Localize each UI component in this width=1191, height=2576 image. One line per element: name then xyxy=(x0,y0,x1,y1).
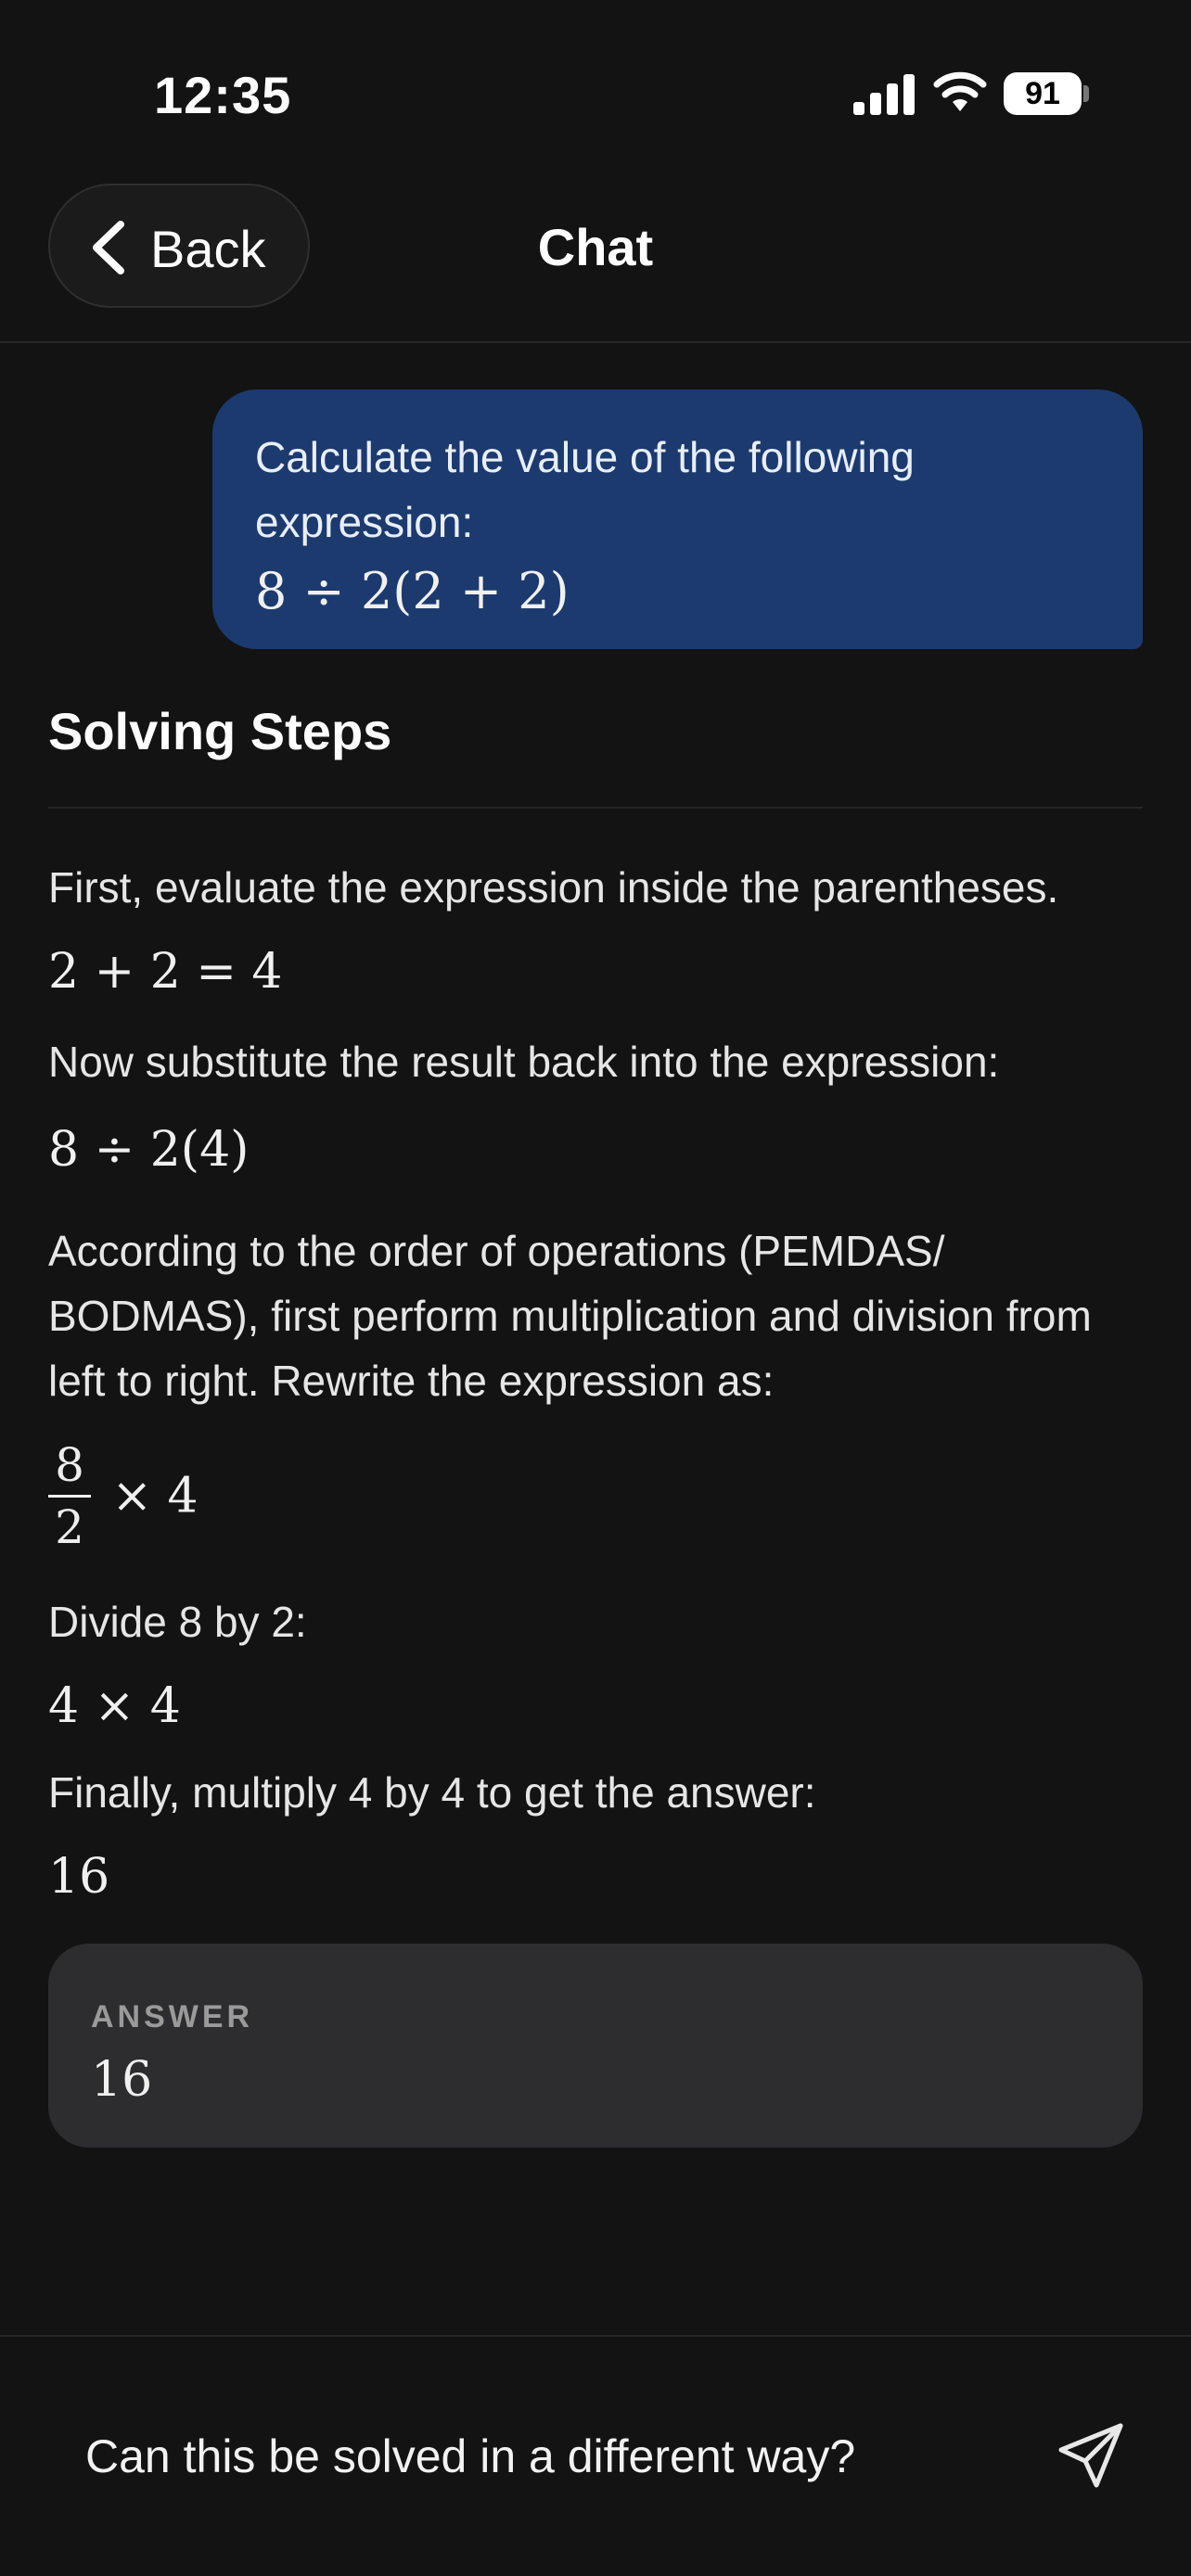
solution-title: Solving Steps xyxy=(48,702,392,760)
status-time: 12:35 xyxy=(154,66,292,124)
battery-cap xyxy=(1083,85,1089,102)
solution-math: 2 + 2 = 4 xyxy=(48,944,283,1000)
solution-math: 16 xyxy=(48,1849,110,1905)
solution-divider xyxy=(48,807,1143,809)
fraction-multiplier: × 4 xyxy=(111,1468,198,1524)
wifi-icon xyxy=(933,71,987,111)
user-message-math: 8 ÷ 2(2 + 2) xyxy=(255,562,570,620)
solution-step: Now substitute the result back into the … xyxy=(48,1038,1000,1086)
solution-step: Divide 8 by 2: xyxy=(48,1598,307,1646)
user-message-bubble: Calculate the value of the following exp… xyxy=(212,389,1143,649)
fraction-denominator: 2 xyxy=(55,1500,84,1554)
header-divider xyxy=(0,341,1191,343)
fraction: 8 2 xyxy=(48,1439,91,1553)
fraction-numerator: 8 xyxy=(55,1438,84,1492)
fraction-expression: 8 2 × 4 xyxy=(48,1439,198,1553)
send-icon[interactable] xyxy=(1054,2418,1128,2493)
status-bar: 12:35 91 xyxy=(0,0,1191,185)
solution-math: 4 × 4 xyxy=(48,1678,181,1734)
page-title: Chat xyxy=(537,218,654,276)
solution-step: Finally, multiply 4 by 4 to get the answ… xyxy=(48,1768,816,1817)
solution-step: First, evaluate the expression inside th… xyxy=(48,863,1059,912)
input-divider xyxy=(0,2335,1191,2337)
answer-value: 16 xyxy=(91,2052,153,2108)
answer-label: ANSWER xyxy=(91,1999,254,2034)
answer-card: ANSWER 16 xyxy=(48,1944,1143,2148)
user-message-text: Calculate the value of the following exp… xyxy=(255,433,915,546)
solution-step: According to the order of operations (PE… xyxy=(48,1227,1092,1405)
solution-math: 8 ÷ 2(4) xyxy=(48,1122,250,1178)
cellular-signal-icon xyxy=(853,72,915,115)
chat-input[interactable] xyxy=(83,2420,1015,2493)
battery-icon: 91 xyxy=(1004,72,1082,115)
